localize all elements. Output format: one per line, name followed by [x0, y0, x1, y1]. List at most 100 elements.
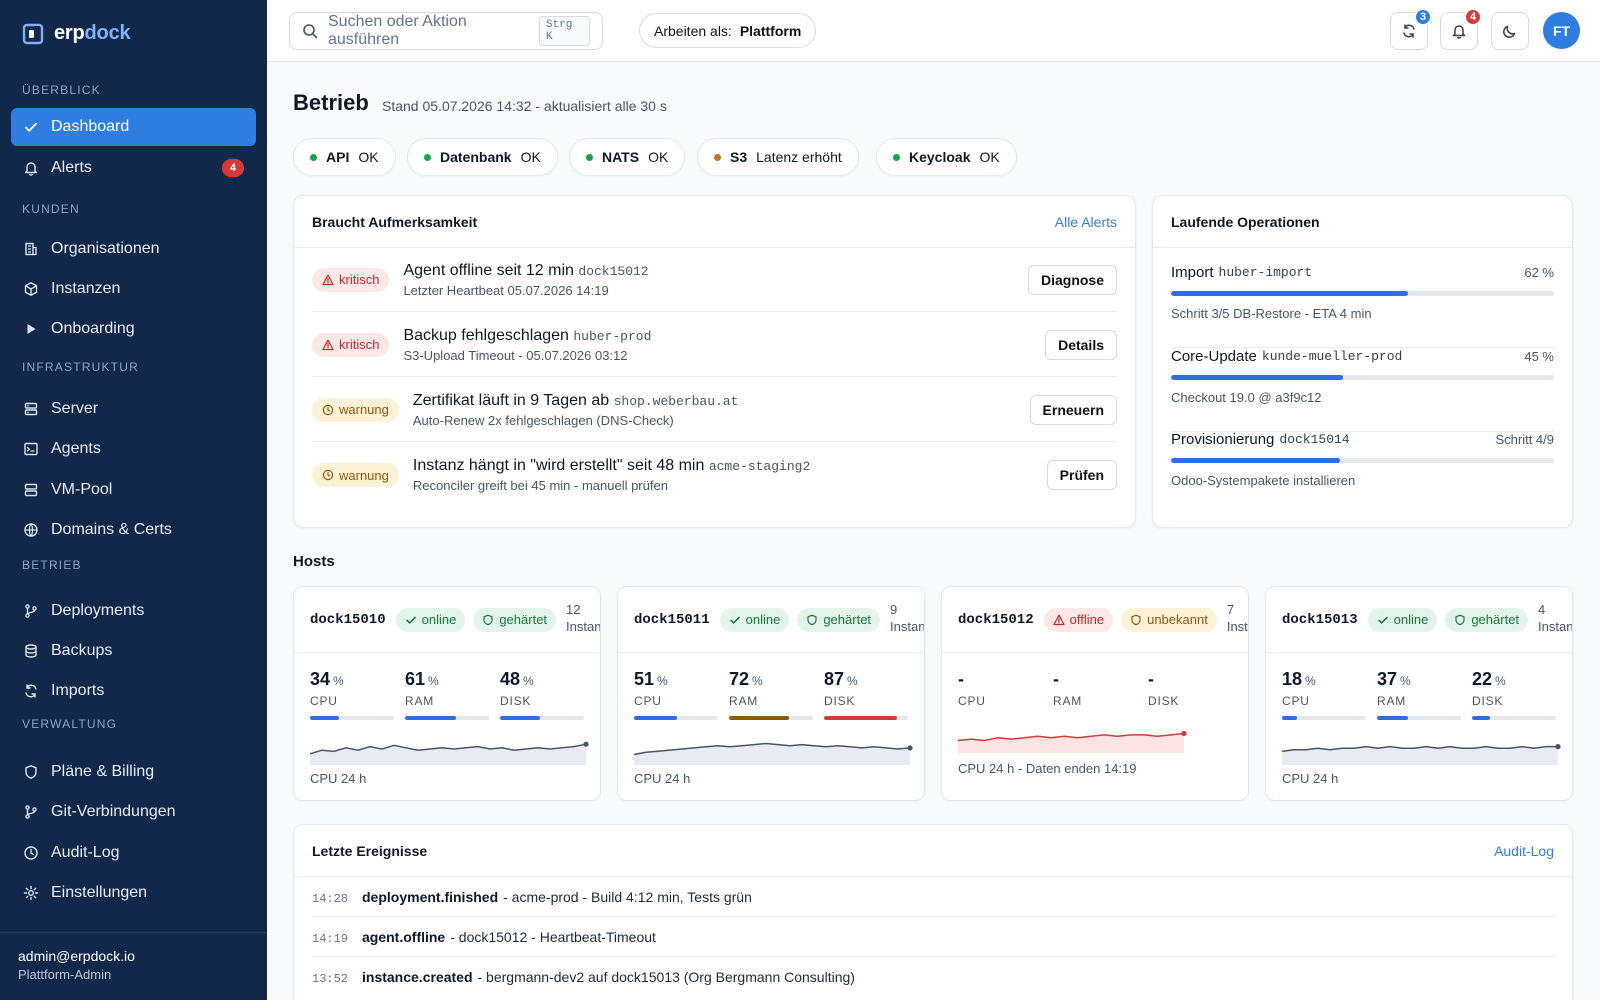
status-dot: [310, 153, 317, 161]
attention-subtext: Letzter Heartbeat 05.07.2026 14:19: [403, 282, 609, 298]
refresh-icon: [23, 683, 39, 699]
host-card-dock15013[interactable]: dock15013 online gehärtet 4 Instanzen 18% CPU 3…: [1265, 586, 1573, 801]
service-name: NATS: [602, 149, 640, 165]
git-branch-icon: [23, 603, 39, 619]
host-card-dock15011[interactable]: dock15011 online gehärtet 9 Instanzen 51% CPU 7…: [617, 586, 925, 801]
sidebar-item-organisationen[interactable]: Organisationen: [11, 230, 256, 268]
instance-count-value: 12: [566, 602, 581, 617]
metric-number: 37: [1377, 669, 1398, 689]
instance-count-label: Instanzen: [1226, 619, 1248, 634]
sidebar-item-pläne-billing[interactable]: Pläne & Billing: [11, 753, 256, 791]
sidebar-item-instanzen[interactable]: Instanzen: [11, 270, 256, 308]
status-pill-s3[interactable]: S3 Latenz erhöht: [697, 138, 859, 176]
attention-subtext: Auto-Renew 2x fehlgeschlagen (DNS-Check): [412, 412, 674, 428]
details-button[interactable]: Details: [1045, 329, 1117, 360]
search-placeholder: Suchen oder Aktion ausführen: [328, 13, 467, 48]
attention-text: Agent offline seit 12 min dock15012 Letzt…: [403, 262, 648, 298]
search-input[interactable]: Suchen oder Aktion ausführen Strg K: [289, 12, 603, 50]
event-row[interactable]: 14:19 agent.offline - dock15012 - Heartbea…: [312, 917, 1554, 957]
page-subtitle: Stand 05.07.2026 14:32 - aktualisiert al…: [382, 98, 667, 114]
sidebar-item-dashboard[interactable]: Dashboard: [11, 108, 256, 146]
audit-log-link[interactable]: Audit-Log: [1494, 843, 1554, 859]
sidebar-item-agents[interactable]: Agents: [11, 430, 256, 468]
attention-code: acme-staging2: [708, 459, 811, 474]
event-row[interactable]: 13:52 instance.created - bergmann-dev2 auf…: [312, 957, 1554, 997]
sidebar-item-label: Domains & Certs: [51, 521, 172, 538]
theme-toggle-button[interactable]: [1491, 12, 1529, 50]
metric-unit: %: [657, 674, 668, 688]
sidebar-item-einstellungen[interactable]: Einstellungen: [11, 874, 256, 912]
warning-triangle-icon: [322, 339, 334, 351]
notifications-button[interactable]: 4: [1440, 8, 1482, 50]
attention-title-text: Agent offline seit 12 min: [403, 261, 574, 279]
metric-ram: - RAM: [1053, 669, 1137, 708]
shield-icon: [482, 614, 494, 626]
host-header: dock15013 online gehärtet 4 Instanzen: [1266, 587, 1572, 653]
erneuern-button[interactable]: Erneuern: [1029, 394, 1117, 425]
event-row[interactable]: 14:28 deployment.finished - acme-prod - Bu…: [312, 877, 1554, 917]
sidebar-item-label: Onboarding: [51, 320, 135, 337]
metric-bar-fill: [1282, 716, 1298, 720]
metric-value: -: [1053, 669, 1137, 690]
metric-number: 22: [1472, 669, 1493, 689]
sidebar-item-label: Audit-Log: [51, 844, 120, 861]
git-branch-icon: [23, 804, 39, 820]
metric-value: 37%: [1377, 669, 1461, 690]
avatar[interactable]: FT: [1543, 12, 1580, 49]
metric-cpu: - CPU: [958, 669, 1042, 708]
sidebar-item-git-verbindungen[interactable]: Git-Verbindungen: [11, 793, 256, 831]
event-time: 14:19: [312, 931, 349, 946]
diagnose-button[interactable]: Diagnose: [1027, 264, 1117, 295]
status-pill-keycloak[interactable]: Keycloak OK: [876, 138, 1017, 176]
sidebar-item-label: Organisationen: [51, 240, 160, 257]
hardening-label: gehärtet: [1471, 612, 1520, 627]
work-as-switcher[interactable]: Arbeiten als: Plattform: [639, 13, 817, 48]
host-name: dock15011: [634, 611, 710, 628]
status-dot: [424, 153, 431, 161]
operation-title-line: Provisionierung dock15014 Schritt 4/9: [1171, 431, 1554, 448]
metric-number: 72: [729, 669, 750, 689]
host-card-dock15010[interactable]: dock15010 online gehärtet 12 Instanzen 34% CPU…: [293, 586, 601, 801]
sidebar-item-audit-log[interactable]: Audit-Log: [11, 834, 256, 872]
sidebar-item-deployments[interactable]: Deployments: [11, 592, 256, 630]
severity-label: warnung: [339, 402, 389, 417]
instance-count: 9 Instanzen: [890, 601, 924, 635]
sidebar-item-domains-certs[interactable]: Domains & Certs: [11, 511, 256, 549]
attention-text: Zertifikat läuft in 9 Tagen ab shop.webe…: [413, 392, 739, 428]
sidebar-item-vm-pool[interactable]: VM-Pool: [11, 471, 256, 509]
hardening-label: unbekannt: [1147, 612, 1208, 627]
sidebar-item-onboarding[interactable]: Onboarding: [11, 310, 256, 348]
status-dot: [586, 153, 593, 161]
metric-bar: [729, 716, 813, 720]
metric-label: DISK: [1148, 694, 1180, 708]
operation-target: kunde-mueller-prod: [1261, 349, 1403, 364]
metric-unit: %: [1305, 674, 1316, 688]
metric-value: -: [1148, 669, 1232, 690]
sidebar-section-title: ÜBERBLICK: [22, 83, 101, 97]
all-alerts-link[interactable]: Alle Alerts: [1055, 214, 1117, 230]
sidebar-section-title: INFRASTRUKTUR: [22, 360, 139, 374]
status-pill-datenbank[interactable]: Datenbank OK: [407, 138, 558, 176]
sync-button[interactable]: 3: [1390, 8, 1432, 50]
sidebar-item-backups[interactable]: Backups: [11, 632, 256, 670]
attention-title: Agent offline seit 12 min dock15012: [403, 262, 648, 280]
sidebar-item-alerts[interactable]: Alerts 4: [11, 149, 256, 187]
sidebar-section-title: KUNDEN: [22, 202, 80, 216]
logo[interactable]: erpdock: [22, 22, 131, 45]
user-info[interactable]: admin@erpdock.io Plattform-Admin: [0, 932, 267, 1000]
sidebar-item-label: Einstellungen: [51, 884, 148, 901]
sidebar-item-server[interactable]: Server: [11, 390, 256, 428]
event-type: agent.offline: [362, 928, 446, 945]
operation-title: Core-Update: [1171, 348, 1257, 365]
status-pill-api[interactable]: API OK: [293, 138, 396, 176]
service-name: API: [326, 149, 350, 165]
operation-title: Import: [1171, 264, 1214, 281]
attention-subtext: S3-Upload Timeout - 05.07.2026 03:12: [403, 347, 628, 363]
host-card-dock15012[interactable]: dock15012offlineunbekannt7Instanzen-CPU-…: [941, 586, 1249, 801]
instance-count: 7 Instanzen: [1226, 601, 1248, 635]
sidebar-item-imports[interactable]: Imports: [11, 672, 256, 710]
cpu-sparkline: [634, 733, 914, 765]
status-pill-nats[interactable]: NATS OK: [569, 138, 686, 176]
metric-ram: 37% RAM: [1377, 669, 1461, 720]
prüfen-button[interactable]: Prüfen: [1046, 460, 1117, 490]
